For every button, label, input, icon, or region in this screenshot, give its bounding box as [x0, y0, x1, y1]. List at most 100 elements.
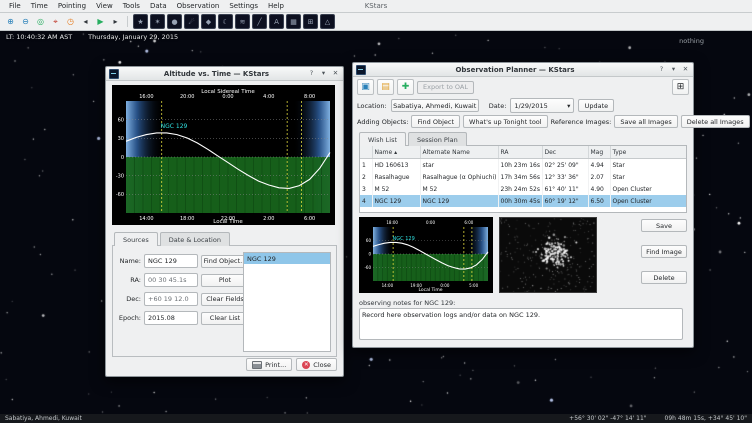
delete-all-images-button[interactable]: Delete all Images — [681, 115, 750, 128]
observing-notes-input[interactable]: Record here observation logs and/or data… — [359, 308, 683, 340]
print-button-label: Print... — [265, 361, 286, 369]
table-row[interactable]: 2RasalhagueRasalhague (α Ophiuchi)17h 34… — [360, 171, 686, 183]
time-step-back-icon[interactable]: ◂ — [79, 15, 92, 28]
tab-date-location[interactable]: Date & Location — [160, 232, 230, 246]
column-header[interactable]: RA — [498, 146, 542, 159]
tab-wish-list[interactable]: Wish List — [359, 132, 406, 146]
close-button[interactable]: ✕ — [331, 69, 340, 78]
column-header[interactable]: Type — [610, 146, 686, 159]
field-input[interactable]: NGC 129 — [144, 254, 198, 268]
menu-observation[interactable]: Observation — [172, 2, 225, 10]
zoom-in-icon[interactable]: ⊕ — [4, 15, 17, 28]
column-header[interactable]: Mag — [588, 146, 610, 159]
field-input[interactable]: +60 19 12.0 — [144, 292, 198, 306]
dialog-button-row: Print... ✕ Close — [246, 358, 337, 371]
show-constellation-names-icon[interactable]: A — [269, 14, 284, 29]
dialog-icon — [356, 65, 366, 75]
svg-text:-30: -30 — [116, 173, 124, 179]
planner-plot-svg: 600-60NGC 12918:000:006:0014:0019:000:00… — [359, 217, 493, 293]
set-time-icon[interactable]: ◷ — [64, 15, 77, 28]
update-button[interactable]: Update — [578, 99, 614, 112]
focus-infobox[interactable]: nothing — [679, 37, 704, 45]
altitude-vs-time-dialog: Altitude vs. Time — KStars ?▾✕ 60300-30-… — [105, 66, 344, 377]
menu-tools[interactable]: Tools — [118, 2, 145, 10]
status-location: Sabatiya, Ahmedi, Kuwait — [5, 415, 82, 422]
show-milkyway-icon[interactable]: ≋ — [235, 14, 250, 29]
list-item[interactable]: NGC 129 — [244, 253, 330, 264]
wish-list-table[interactable]: Name ▴Alternate NameRADecMagType1HD 1606… — [359, 145, 687, 213]
menu-time[interactable]: Time — [26, 2, 53, 10]
menu-file[interactable]: File — [4, 2, 26, 10]
field-label: Dec: — [117, 295, 141, 303]
help-button[interactable]: ? — [657, 65, 666, 74]
table-row[interactable]: 1HD 160613star10h 23m 16s02° 25' 09"4.94… — [360, 159, 686, 172]
table-row[interactable]: 3M 52M 5223h 24m 52s61° 40' 11"4.90Open … — [360, 183, 686, 195]
menu-settings[interactable]: Settings — [224, 2, 263, 10]
toolbar-separator — [127, 16, 128, 27]
time-run-icon[interactable]: ▶ — [94, 15, 107, 28]
altitude-plot: 60300-30-60NGC 12916:0020:000:004:008:00… — [112, 85, 335, 225]
column-header[interactable] — [360, 146, 372, 159]
time-step-forward-icon[interactable]: ▸ — [109, 15, 122, 28]
show-moon-icon[interactable]: ☾ — [218, 14, 233, 29]
find-object-button[interactable]: Find Object — [411, 115, 460, 128]
altitude-dialog-tabs: SourcesDate & Location — [114, 232, 232, 246]
show-equatorial-grid-icon[interactable]: ⊞ — [303, 14, 318, 29]
show-boundaries-icon[interactable]: ▦ — [286, 14, 301, 29]
table-cell: 00h 30m 45s — [498, 195, 542, 207]
print-button[interactable]: Print... — [246, 358, 292, 371]
field-input[interactable]: 2015.08 — [144, 311, 198, 325]
plot-button[interactable]: Plot — [201, 274, 249, 287]
export-to-oal-button[interactable]: Export to OAL — [417, 81, 474, 94]
save-plan-icon[interactable]: ▣ — [357, 79, 374, 95]
find-image-button[interactable]: Find Image — [641, 245, 687, 258]
date-combo[interactable]: 1/29/2015 ▾ — [510, 98, 574, 113]
location-button[interactable]: Sabatiya, Ahmedi, Kuwait — [391, 99, 479, 112]
save-button[interactable]: Save — [641, 219, 687, 232]
close-button[interactable]: ✕ — [681, 65, 690, 74]
menu-pointing[interactable]: Pointing — [53, 2, 91, 10]
help-button[interactable]: ? — [307, 69, 316, 78]
menu-data[interactable]: Data — [145, 2, 172, 10]
field-input[interactable]: 00 30 45.1s — [144, 273, 198, 287]
new-plan-icon[interactable]: ✚ — [397, 79, 414, 95]
whats-up-tonight-button[interactable]: What's up Tonight tool — [463, 115, 548, 128]
table-cell: Star — [610, 171, 686, 183]
column-header[interactable]: Dec — [542, 146, 588, 159]
time-infobox[interactable]: LT: 10:40:32 AM AST Thursday, January 29… — [6, 33, 178, 41]
save-all-images-button[interactable]: Save all Images — [614, 115, 677, 128]
open-plan-icon[interactable]: ▤ — [377, 79, 394, 95]
object-list[interactable]: NGC 129 — [243, 252, 331, 352]
shade-button[interactable]: ▾ — [319, 69, 328, 78]
shade-button[interactable]: ▾ — [669, 65, 678, 74]
altitude-dialog-titlebar[interactable]: Altitude vs. Time — KStars ?▾✕ — [106, 67, 343, 81]
show-planets-icon[interactable]: ● — [167, 14, 182, 29]
status-bar: Sabatiya, Ahmedi, Kuwait +56° 30' 02" -4… — [0, 414, 752, 423]
show-comets-icon[interactable]: ☄ — [184, 14, 199, 29]
clear-list-button[interactable]: Clear List — [201, 312, 249, 325]
find-object-icon[interactable]: ⌖ — [49, 15, 62, 28]
planner-titlebar[interactable]: Observation Planner — KStars ?▾✕ — [353, 63, 693, 77]
menu-help[interactable]: Help — [263, 2, 289, 10]
column-header[interactable]: Name ▴ — [372, 146, 420, 159]
tab-sources[interactable]: Sources — [114, 232, 158, 246]
clear-fields-button[interactable]: Clear Fields — [201, 293, 249, 306]
column-header[interactable]: Alternate Name — [420, 146, 498, 159]
find-object-button[interactable]: Find Object... — [201, 255, 249, 268]
show-horizon-icon[interactable]: △ — [320, 14, 335, 29]
table-cell: 02° 25' 09" — [542, 159, 588, 172]
close-button[interactable]: ✕ Close — [296, 358, 337, 371]
show-deepsky-icon[interactable]: ✶ — [150, 14, 165, 29]
menu-view[interactable]: View — [91, 2, 118, 10]
default-zoom-icon[interactable]: ◎ — [34, 15, 47, 28]
field-label: Epoch: — [117, 314, 141, 322]
tab-session-plan[interactable]: Session Plan — [408, 132, 467, 146]
table-row[interactable]: 4NGC 129NGC 12900h 30m 45s60° 19' 12"6.5… — [360, 195, 686, 207]
image-grid-button[interactable]: ⊞ — [672, 79, 689, 95]
show-constellation-lines-icon[interactable]: ╱ — [252, 14, 267, 29]
zoom-out-icon[interactable]: ⊖ — [19, 15, 32, 28]
delete-button[interactable]: Delete — [641, 271, 687, 284]
table-cell: NGC 129 — [372, 195, 420, 207]
show-stars-icon[interactable]: ★ — [133, 14, 148, 29]
show-asteroids-icon[interactable]: ◆ — [201, 14, 216, 29]
